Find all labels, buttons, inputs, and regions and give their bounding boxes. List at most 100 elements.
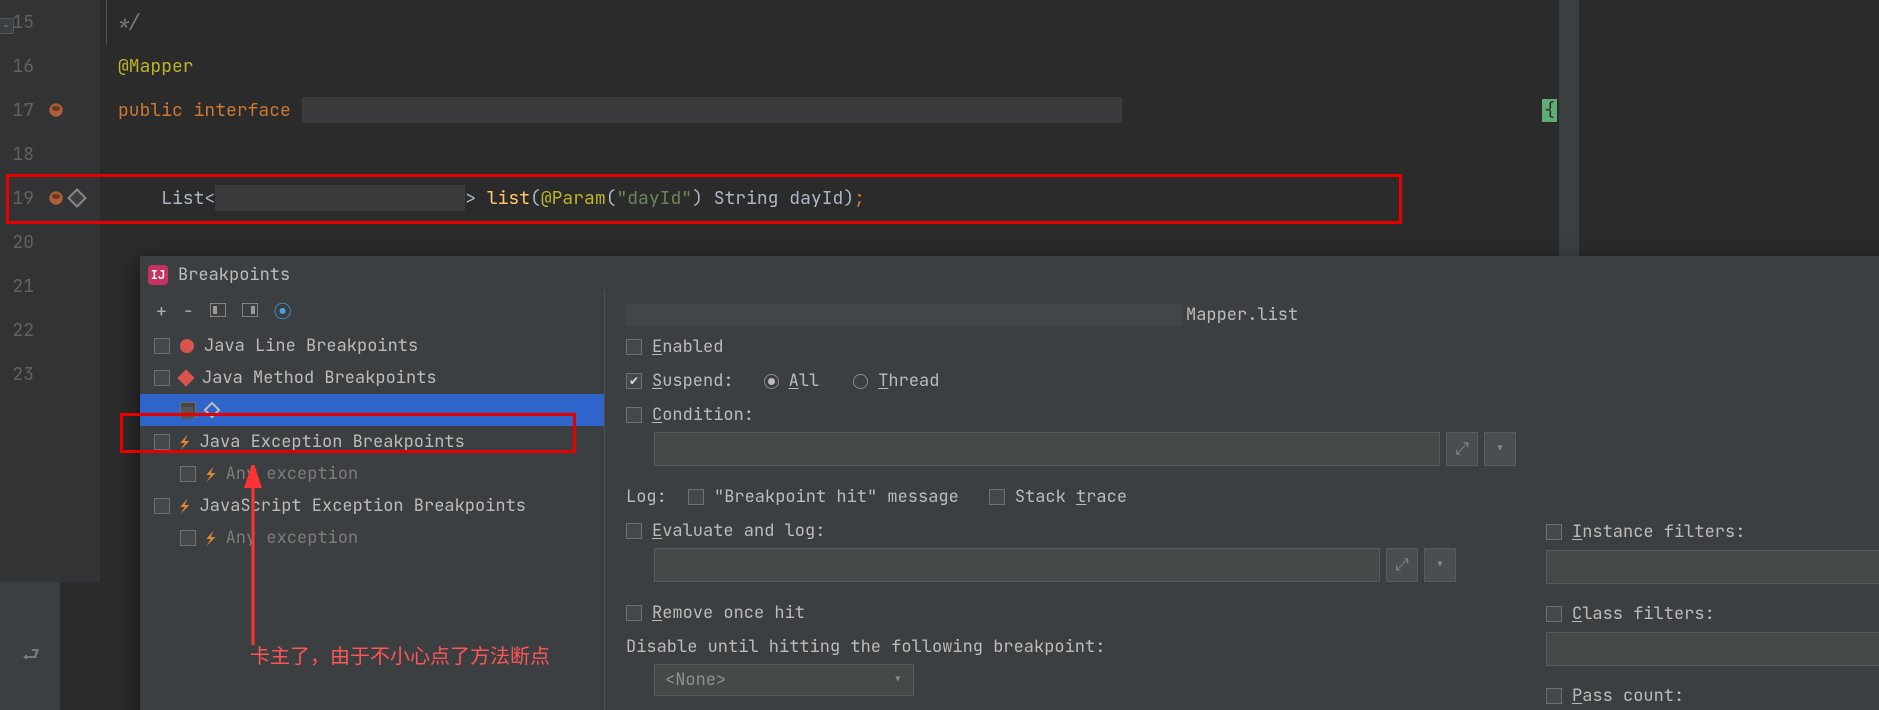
code-text: ) — [692, 187, 703, 210]
code-text: > — [465, 187, 487, 210]
breakpoint-header: Mapper.list — [626, 300, 1879, 330]
checkbox[interactable] — [154, 370, 170, 386]
code-text: ( — [530, 187, 541, 210]
remove-once-checkbox[interactable] — [626, 605, 642, 621]
label: Enabled — [652, 336, 723, 358]
redacted-text — [215, 185, 465, 211]
java-class-icon — [46, 188, 66, 208]
label: Log: — [626, 486, 678, 508]
line-number: 22 — [0, 319, 40, 342]
tree-category-js-exception[interactable]: ⚡ JavaScript Exception Breakpoints — [140, 490, 604, 522]
checkbox[interactable] — [154, 338, 170, 354]
brace-highlight: { — [1542, 99, 1557, 122]
line-number: 23 — [0, 363, 40, 386]
dialog-titlebar[interactable]: IJ Breakpoints ✕ — [140, 256, 1879, 294]
label: Disable until hitting the following brea… — [626, 636, 1105, 658]
code-text: @Mapper — [118, 55, 194, 78]
redacted-text — [302, 97, 1122, 123]
label: Class filters: — [1572, 603, 1715, 625]
tree-label: Java Exception Breakpoints — [200, 431, 465, 453]
toolbar-icon[interactable] — [242, 300, 258, 323]
tree-label: Java Method Breakpoints — [202, 367, 437, 389]
condition-checkbox[interactable] — [626, 407, 642, 423]
class-filters-field[interactable] — [1546, 632, 1879, 666]
code-text: interface — [194, 99, 291, 122]
suspend-thread-radio[interactable] — [853, 374, 868, 389]
label: Evaluate and log: — [652, 520, 825, 542]
checkbox[interactable] — [180, 466, 196, 482]
expand-icon[interactable]: ⤢ — [1386, 548, 1418, 582]
log-message-checkbox[interactable] — [688, 489, 704, 505]
method-breakpoint-icon[interactable] — [67, 188, 87, 208]
line-number: 21 — [0, 275, 40, 298]
class-filters-checkbox[interactable] — [1546, 606, 1562, 622]
line-breakpoint-icon — [180, 339, 194, 353]
toolbar-icon[interactable]: ⦿ — [274, 298, 292, 324]
chevron-down-icon: ▾ — [893, 669, 903, 691]
code-text: List< — [161, 187, 215, 210]
add-breakpoint-button[interactable]: + — [156, 300, 167, 323]
suspend-all-radio[interactable] — [764, 374, 779, 389]
instance-filters-checkbox[interactable] — [1546, 524, 1562, 540]
stack-trace-checkbox[interactable] — [989, 489, 1005, 505]
line-number: 17 — [0, 99, 40, 122]
tree-category-java-line[interactable]: Java Line Breakpoints — [140, 330, 604, 362]
tree-item-any-exception[interactable]: ⚡ Any exception — [140, 522, 604, 554]
tree-label: JavaScript Exception Breakpoints — [200, 495, 526, 517]
exception-breakpoint-icon: ⚡ — [206, 464, 216, 485]
instance-filters-field[interactable] — [1546, 550, 1879, 584]
checkbox[interactable] — [154, 498, 170, 514]
annotation-text: 卡主了，由于不小心点了方法断点 — [250, 640, 550, 669]
line-number: 18 — [0, 143, 40, 166]
label: Condition: — [652, 404, 754, 426]
checkbox[interactable] — [180, 402, 196, 418]
disable-until-select[interactable]: <None> ▾ — [654, 664, 914, 696]
condition-field[interactable] — [654, 432, 1440, 466]
code-text: ; — [854, 187, 865, 210]
method-breakpoint-icon — [204, 402, 221, 419]
checkbox[interactable] — [180, 530, 196, 546]
filters-panel: Instance filters: … Class filters: 📂 Pas… — [1546, 514, 1879, 710]
code-text: String — [714, 187, 779, 210]
soft-wrap-icon[interactable]: ⮐ — [22, 640, 60, 674]
code-text: ( — [606, 187, 617, 210]
checkbox[interactable] — [154, 434, 170, 450]
code-text — [703, 187, 714, 210]
suspend-checkbox[interactable] — [626, 373, 642, 389]
tree-category-java-exception[interactable]: ⚡ Java Exception Breakpoints — [140, 426, 604, 458]
editor-gutter: 15− 16 17 18 19 20 21 22 23 — [0, 0, 100, 582]
code-text: "dayId" — [616, 187, 692, 210]
breakpoint-name: Mapper.list — [1186, 304, 1298, 326]
select-value: <None> — [665, 669, 726, 691]
fold-handle-icon[interactable]: − — [0, 18, 14, 34]
chevron-down-icon[interactable]: ▾ — [1484, 432, 1516, 466]
chevron-down-icon[interactable]: ▾ — [1424, 548, 1456, 582]
tree-item-any-exception[interactable]: ⚡ Any exception — [140, 458, 604, 490]
java-class-icon — [46, 100, 66, 120]
label: Thread — [878, 370, 939, 392]
redacted-text — [626, 304, 1182, 326]
label: Instance filters: — [1572, 521, 1745, 543]
tree-category-java-method[interactable]: Java Method Breakpoints — [140, 362, 604, 394]
code-text: */ — [118, 11, 140, 34]
exception-breakpoint-icon: ⚡ — [180, 432, 190, 453]
line-number: 20 — [0, 231, 40, 254]
method-breakpoint-icon — [178, 370, 195, 387]
code-text: ) — [843, 187, 854, 210]
label: Stack trace — [1015, 486, 1127, 508]
code-text: dayId — [779, 187, 844, 210]
pass-count-checkbox[interactable] — [1546, 688, 1562, 704]
exception-breakpoint-icon: ⚡ — [206, 528, 216, 549]
enabled-checkbox[interactable] — [626, 339, 642, 355]
toolbar-icon[interactable] — [210, 300, 226, 323]
expand-icon[interactable]: ⤢ — [1446, 432, 1478, 466]
label: Suspend: — [652, 370, 734, 392]
label: Pass count: — [1572, 685, 1684, 707]
tree-label: Any exception — [226, 463, 359, 485]
dialog-title: Breakpoints — [178, 264, 290, 286]
remove-breakpoint-button[interactable]: − — [183, 300, 194, 323]
evaluate-field[interactable] — [654, 548, 1380, 582]
code-text: list — [487, 187, 530, 210]
evaluate-log-checkbox[interactable] — [626, 523, 642, 539]
tree-item-selected[interactable] — [140, 394, 604, 426]
